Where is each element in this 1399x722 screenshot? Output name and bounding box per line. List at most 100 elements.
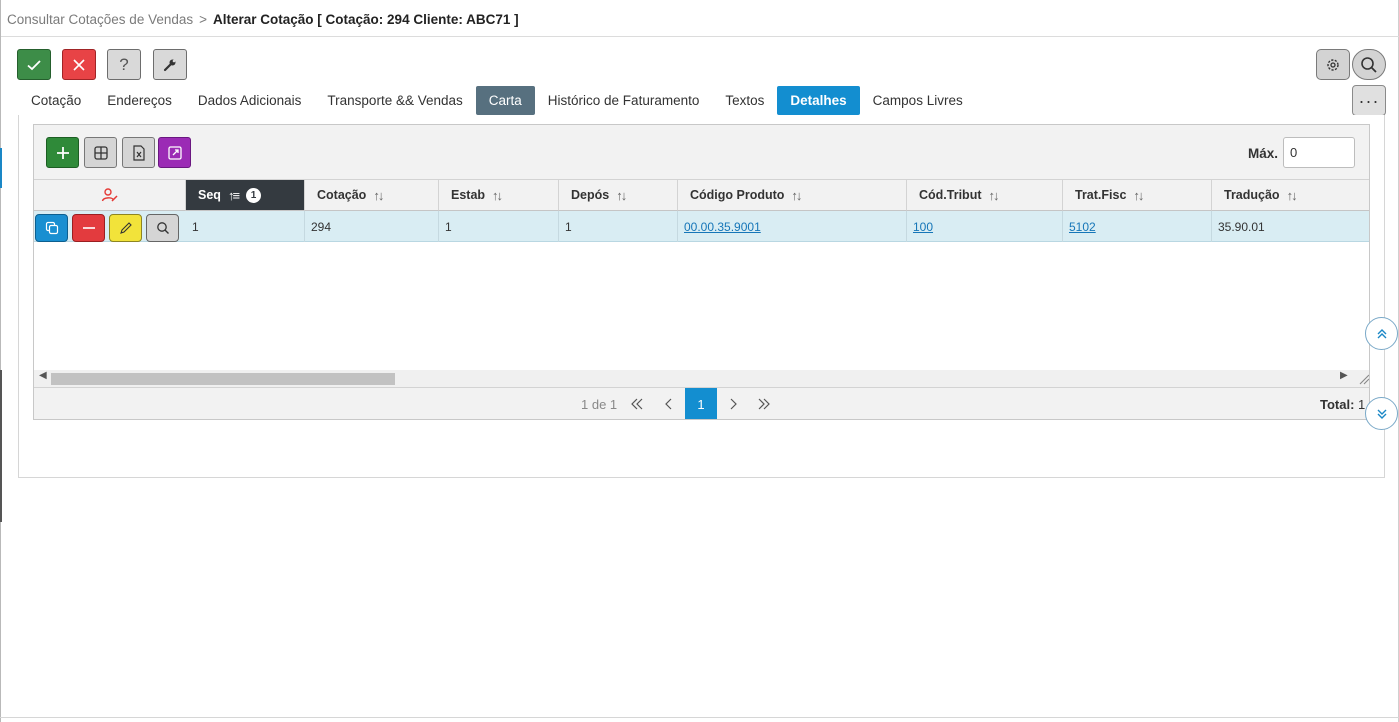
header-divider xyxy=(1,36,1399,37)
add-row-button[interactable] xyxy=(46,137,79,168)
breadcrumb-parent-link[interactable]: Consultar Cotações de Vendas xyxy=(7,12,193,27)
scroll-left-icon[interactable]: ◀ xyxy=(39,370,47,381)
window-left-accent xyxy=(0,148,2,188)
copy-row-button[interactable] xyxy=(35,214,68,242)
scrollbar-thumb[interactable] xyxy=(51,373,395,385)
sort-ascending-icon: ↑≡ xyxy=(227,187,240,203)
tab-historico-faturamento[interactable]: Histórico de Faturamento xyxy=(535,86,713,115)
window-left-edge xyxy=(0,0,1,722)
search-button[interactable] xyxy=(1352,49,1386,80)
column-header-label: Tradução xyxy=(1224,188,1280,202)
breadcrumb: Consultar Cotações de Vendas > Alterar Cot… xyxy=(7,12,519,27)
trat-fisc-link[interactable]: 5102 xyxy=(1069,220,1096,234)
tab-carta[interactable]: Carta xyxy=(475,86,535,115)
wrench-icon xyxy=(163,59,176,71)
cell-seq: 1 xyxy=(186,211,305,242)
search-icon xyxy=(156,222,169,234)
cell-depos: 1 xyxy=(559,211,678,242)
previous-page-button[interactable] xyxy=(657,393,681,415)
delete-row-button[interactable] xyxy=(72,214,105,242)
resize-grip-icon[interactable] xyxy=(1356,371,1369,385)
column-header-cotacao[interactable]: Cotação ↑↓ xyxy=(305,180,439,211)
expand-icon xyxy=(167,145,182,160)
total-count: Total: 1 xyxy=(1320,397,1365,412)
edit-row-button[interactable] xyxy=(109,214,142,242)
search-icon xyxy=(1361,56,1377,73)
confirm-button[interactable] xyxy=(17,49,51,80)
window-left-accent-2 xyxy=(0,370,2,522)
total-value: 1 xyxy=(1358,397,1366,412)
column-header-label: Trat.Fisc xyxy=(1075,188,1127,202)
gear-icon xyxy=(1327,58,1339,71)
excel-file-icon xyxy=(132,144,145,161)
tab-textos[interactable]: Textos xyxy=(712,86,777,115)
tab-detalhes[interactable]: Detalhes xyxy=(777,86,860,115)
actions-column-header xyxy=(34,180,186,211)
window-bottom-edge xyxy=(0,717,1399,718)
column-header-seq[interactable]: Seq ↑≡ 1 xyxy=(186,180,305,211)
column-header-label: Seq xyxy=(198,188,221,202)
copy-icon xyxy=(45,221,58,235)
sort-icon: ↑↓ xyxy=(988,187,1000,203)
scroll-right-icon[interactable]: ▶ xyxy=(1340,370,1348,381)
column-header-codigo-produto[interactable]: Código Produto ↑↓ xyxy=(678,180,907,211)
current-page-button[interactable]: 1 xyxy=(685,388,717,419)
first-page-button[interactable] xyxy=(625,393,649,415)
check-icon xyxy=(27,59,41,70)
sort-icon: ↑↓ xyxy=(791,187,802,203)
scroll-bottom-button[interactable] xyxy=(1365,397,1398,430)
tab-cotacao[interactable]: Cotação xyxy=(18,86,94,115)
chevron-right-icon xyxy=(730,398,737,410)
codigo-produto-link[interactable]: 00.00.35.9001 xyxy=(684,220,761,234)
total-label: Total: xyxy=(1320,397,1355,412)
expand-button[interactable] xyxy=(158,137,191,168)
settings-button[interactable] xyxy=(1316,49,1350,80)
more-options-button[interactable]: ··· xyxy=(1352,85,1386,116)
column-header-label: Código Produto xyxy=(690,188,785,202)
next-page-button[interactable] xyxy=(721,393,745,415)
details-grid: Máx. Seq ↑≡ 1 Cotação↑↓ Estab↑↓ Depós↑↓ … xyxy=(33,124,1370,420)
column-header-depos[interactable]: Depós ↑↓ xyxy=(559,180,678,211)
tab-dados-adicionais[interactable]: Dados Adicionais xyxy=(185,86,315,115)
view-row-button[interactable] xyxy=(146,214,179,242)
cod-tribut-link[interactable]: 100 xyxy=(913,220,933,234)
double-chevron-up-icon xyxy=(1377,328,1386,338)
tab-bar: Cotação Endereços Dados Adicionais Trans… xyxy=(18,86,976,115)
tab-campos-livres[interactable]: Campos Livres xyxy=(860,86,976,115)
sort-icon: ↑↓ xyxy=(1133,187,1144,203)
last-page-button[interactable] xyxy=(752,393,776,415)
minus-icon xyxy=(82,227,95,229)
sort-icon: ↑↓ xyxy=(1286,187,1298,203)
pencil-icon xyxy=(119,222,132,234)
columns-button[interactable] xyxy=(84,137,117,168)
cell-trat-fisc: 5102 xyxy=(1063,211,1212,242)
sort-icon: ↑↓ xyxy=(373,187,384,203)
max-input[interactable] xyxy=(1283,137,1355,168)
help-button[interactable]: ? xyxy=(107,49,141,80)
column-header-label: Estab xyxy=(451,188,486,202)
column-header-label: Cotação xyxy=(317,188,367,202)
column-header-trat-fisc[interactable]: Trat.Fisc ↑↓ xyxy=(1063,180,1212,211)
cell-cotacao: 294 xyxy=(305,211,439,242)
scroll-top-button[interactable] xyxy=(1365,317,1398,350)
grid-toolbar xyxy=(34,125,1369,180)
user-edit-icon[interactable] xyxy=(101,187,119,203)
cell-cod-tribut: 100 xyxy=(907,211,1063,242)
tools-button[interactable] xyxy=(153,49,187,80)
tab-transporte-vendas[interactable]: Transporte && Vendas xyxy=(314,86,475,115)
cell-traducao: 35.90.01 xyxy=(1218,219,1265,234)
sort-icon: ↑↓ xyxy=(492,187,503,203)
breadcrumb-separator: > xyxy=(199,12,208,27)
chevron-left-icon xyxy=(665,398,672,410)
grid-icon xyxy=(93,145,108,160)
column-header-estab[interactable]: Estab ↑↓ xyxy=(439,180,559,211)
cancel-button[interactable] xyxy=(62,49,96,80)
export-excel-button[interactable] xyxy=(122,137,155,168)
tab-enderecos[interactable]: Endereços xyxy=(94,86,185,115)
double-chevron-right-icon xyxy=(758,398,770,410)
column-header-label: Depós xyxy=(571,188,610,202)
column-header-traducao[interactable]: Tradução ↑↓ xyxy=(1212,180,1369,211)
column-header-cod-tribut[interactable]: Cód.Tribut ↑↓ xyxy=(907,180,1063,211)
cell-estab: 1 xyxy=(439,211,559,242)
sort-icon: ↑↓ xyxy=(616,187,627,203)
